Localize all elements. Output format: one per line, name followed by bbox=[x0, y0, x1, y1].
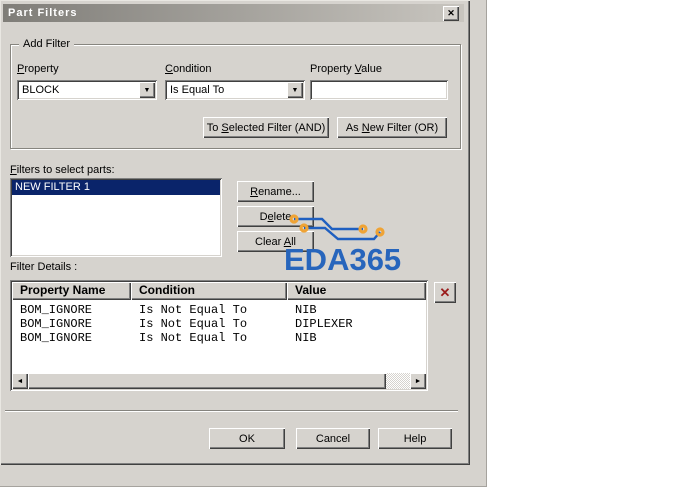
help-label: Help bbox=[403, 432, 427, 445]
property-dropdown-value: BLOCK bbox=[22, 84, 60, 96]
table-row[interactable]: BOM_IGNORE Is Not Equal To NIB bbox=[12, 303, 426, 317]
cancel-button[interactable]: Cancel bbox=[296, 428, 370, 449]
eda365-watermark: EDA365 bbox=[284, 242, 402, 277]
scroll-left-button[interactable]: ◄ bbox=[12, 373, 28, 389]
as-new-filter-or-label: As New Filter (OR) bbox=[345, 121, 439, 134]
filters-list-label: Filters to select parts: bbox=[10, 164, 115, 176]
scroll-right-icon: ► bbox=[414, 377, 422, 385]
screen: Part Filters ✕ Add Filter Property Condi… bbox=[0, 0, 683, 489]
condition-dropdown[interactable]: Is Equal To ▼ bbox=[165, 80, 305, 100]
help-button[interactable]: Help bbox=[378, 428, 452, 449]
cell-property-name: BOM_IGNORE bbox=[20, 303, 93, 317]
filter-details-label: Filter Details : bbox=[10, 261, 78, 273]
to-selected-filter-and-label: To Selected Filter (AND) bbox=[206, 121, 326, 134]
filter-details-table: Property Name Condition Value BOM_IGNORE… bbox=[10, 280, 428, 391]
add-filter-legend: Add Filter bbox=[19, 38, 75, 50]
cell-value: NIB bbox=[295, 331, 317, 345]
table-row[interactable]: BOM_IGNORE Is Not Equal To DIPLEXER bbox=[12, 317, 426, 331]
dialog-titlebar[interactable]: Part Filters bbox=[3, 4, 464, 22]
close-button[interactable]: ✕ bbox=[443, 6, 459, 21]
as-new-filter-or-button[interactable]: As New Filter (OR) bbox=[337, 117, 447, 138]
property-dropdown[interactable]: BLOCK ▼ bbox=[17, 80, 157, 100]
cell-value: DIPLEXER bbox=[295, 317, 353, 331]
condition-dropdown-value: Is Equal To bbox=[170, 84, 225, 96]
cell-property-name: BOM_IGNORE bbox=[20, 331, 93, 345]
part-filters-dialog: Part Filters ✕ Add Filter Property Condi… bbox=[0, 0, 470, 465]
cell-condition: Is Not Equal To bbox=[139, 303, 248, 317]
condition-dropdown-button[interactable]: ▼ bbox=[287, 82, 303, 98]
rename-button[interactable]: Rename... bbox=[237, 181, 314, 202]
scroll-right-button[interactable]: ► bbox=[410, 373, 426, 389]
cell-value: NIB bbox=[295, 303, 317, 317]
delete-row-button[interactable]: ✕ bbox=[434, 282, 456, 303]
property-label: Property bbox=[17, 63, 59, 75]
scrollbar-track[interactable] bbox=[386, 373, 410, 389]
cell-property-name: BOM_IGNORE bbox=[20, 317, 93, 331]
scrollbar-thumb[interactable] bbox=[28, 373, 386, 389]
dialog-title: Part Filters bbox=[8, 7, 78, 19]
list-item[interactable]: NEW FILTER 1 bbox=[12, 180, 220, 195]
scroll-left-icon: ◄ bbox=[16, 377, 24, 385]
ok-button[interactable]: OK bbox=[209, 428, 285, 449]
footer-separator bbox=[5, 410, 458, 412]
ok-label: OK bbox=[239, 432, 255, 445]
delete-row-icon: ✕ bbox=[439, 284, 451, 300]
property-dropdown-button[interactable]: ▼ bbox=[139, 82, 155, 98]
chevron-down-icon: ▼ bbox=[291, 86, 299, 94]
cancel-label: Cancel bbox=[315, 432, 351, 445]
table-header-row: Property Name Condition Value bbox=[12, 282, 426, 300]
cell-condition: Is Not Equal To bbox=[139, 317, 248, 331]
pcb-trace-graphic bbox=[289, 214, 385, 241]
column-header-value[interactable]: Value bbox=[287, 282, 426, 300]
horizontal-scrollbar[interactable]: ◄ ► bbox=[12, 373, 426, 389]
table-row[interactable]: BOM_IGNORE Is Not Equal To NIB bbox=[12, 331, 426, 345]
close-icon: ✕ bbox=[447, 8, 455, 18]
filters-listbox[interactable]: NEW FILTER 1 bbox=[10, 178, 222, 257]
rename-label: Rename... bbox=[250, 185, 301, 198]
cell-condition: Is Not Equal To bbox=[139, 331, 248, 345]
filters-listbox-inner: NEW FILTER 1 bbox=[12, 180, 220, 255]
condition-label: Condition bbox=[165, 63, 212, 75]
chevron-down-icon: ▼ bbox=[143, 86, 151, 94]
column-header-property-name[interactable]: Property Name bbox=[12, 282, 131, 300]
property-value-label: Property Value bbox=[310, 63, 382, 75]
column-header-condition[interactable]: Condition bbox=[131, 282, 287, 300]
to-selected-filter-and-button[interactable]: To Selected Filter (AND) bbox=[203, 117, 329, 138]
property-value-input[interactable] bbox=[310, 80, 448, 100]
